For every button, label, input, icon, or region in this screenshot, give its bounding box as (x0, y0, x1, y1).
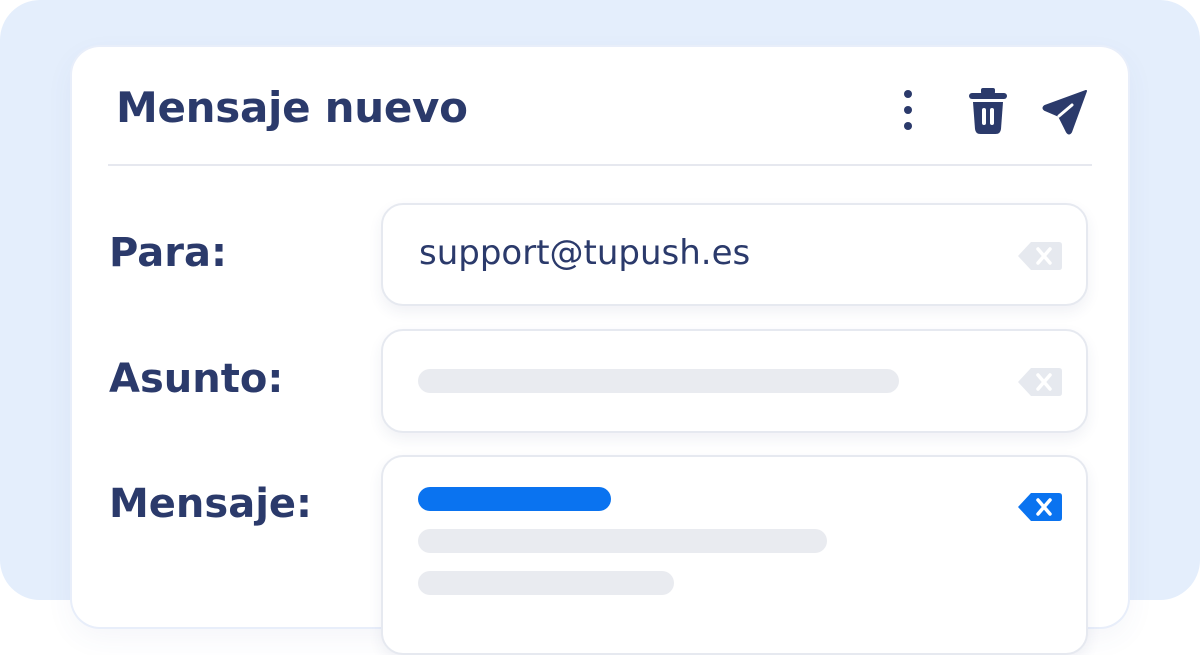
message-placeholder-line (418, 529, 827, 553)
compose-window: Mensaje nuevo Para: support@tupush.es As… (72, 47, 1128, 655)
subject-label: Asunto: (109, 356, 284, 402)
to-field[interactable]: support@tupush.es (381, 203, 1088, 306)
send-icon[interactable] (1042, 89, 1088, 135)
to-label: Para: (109, 230, 227, 276)
header-divider (108, 164, 1092, 166)
message-field[interactable] (381, 455, 1088, 655)
message-placeholder-line (418, 571, 674, 595)
backspace-icon[interactable] (1017, 492, 1063, 522)
message-highlight-line (418, 487, 611, 511)
message-label: Mensaje: (109, 481, 313, 527)
subject-placeholder-line (418, 369, 899, 393)
more-vertical-icon[interactable] (896, 87, 920, 135)
subject-field[interactable] (381, 329, 1088, 433)
backspace-icon[interactable] (1017, 241, 1063, 271)
compose-title: Mensaje nuevo (116, 83, 468, 132)
trash-icon[interactable] (966, 87, 1010, 135)
to-field-value: support@tupush.es (419, 233, 751, 273)
backspace-icon[interactable] (1017, 367, 1063, 397)
